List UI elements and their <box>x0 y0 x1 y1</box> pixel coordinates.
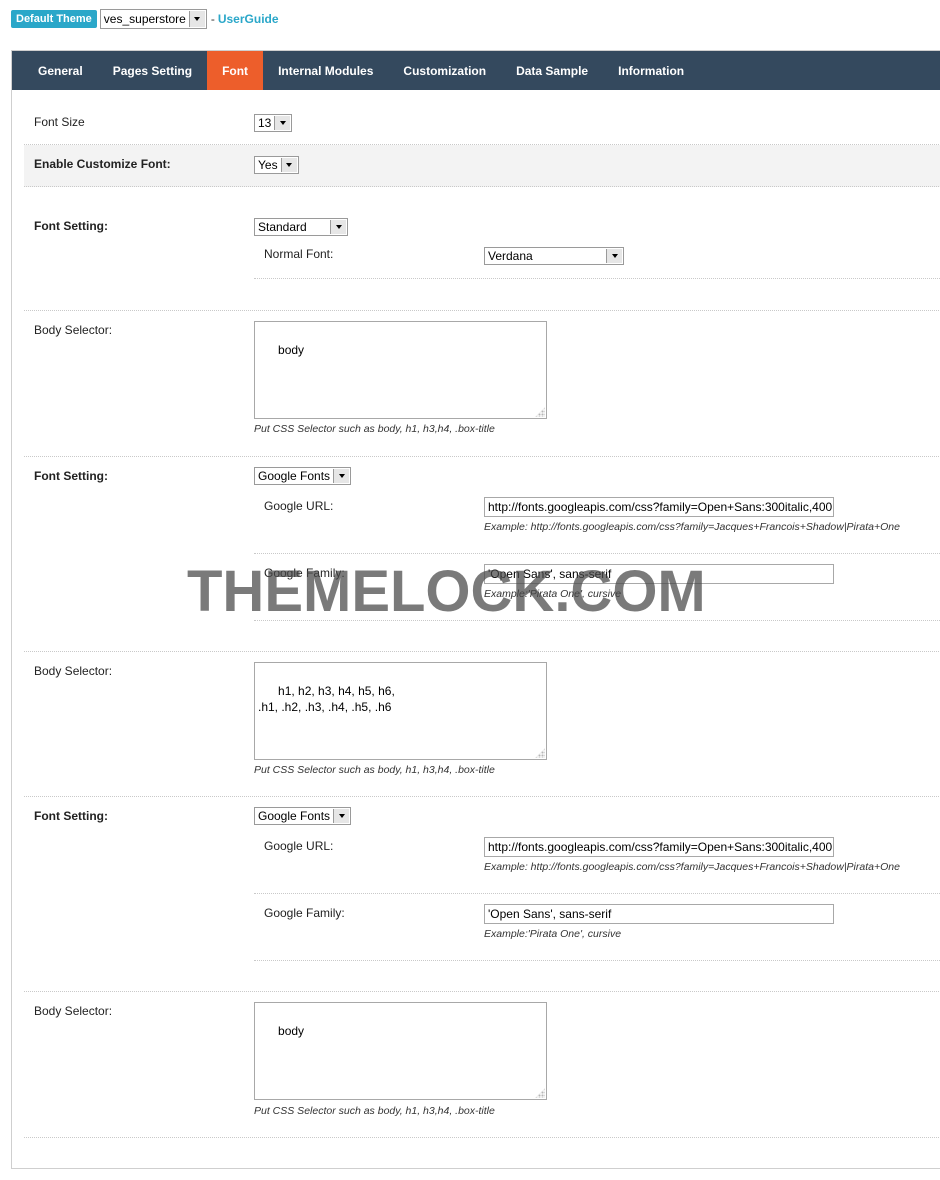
resize-grip-icon[interactable] <box>535 407 545 417</box>
font-setting-row-3: Font Setting: Google Fonts Google URL: h… <box>24 797 940 992</box>
font-size-label: Font Size <box>34 115 85 129</box>
theme-badge: Default Theme <box>11 10 97 28</box>
body-selector-textarea[interactable]: h1, h2, h3, h4, h5, h6, .h1, .h2, .h3, .… <box>254 662 547 760</box>
body-selector-textarea[interactable]: body <box>254 321 547 419</box>
font-type-select[interactable]: Google Fonts <box>254 807 352 825</box>
google-family-input[interactable]: 'Open Sans', sans-serif <box>484 904 834 924</box>
tab-bar: General Pages Setting Font Internal Modu… <box>12 51 940 90</box>
font-setting-label: Font Setting: <box>34 469 108 483</box>
normal-font-subrow: Normal Font: Verdana <box>254 239 940 279</box>
body-selector-hint: Put CSS Selector such as body, h1, h3,h4… <box>254 423 495 435</box>
google-url-input[interactable]: http://fonts.googleapis.com/css?family=O… <box>484 837 834 857</box>
tab-font[interactable]: Font <box>207 51 264 90</box>
resize-grip-icon[interactable] <box>535 1088 545 1098</box>
google-url-label: Google URL: <box>264 499 334 513</box>
body-selector-value: body <box>278 1024 305 1038</box>
tab-pages-setting[interactable]: Pages Setting <box>98 51 207 90</box>
chevron-down-icon[interactable] <box>333 469 350 483</box>
body-selector-value: h1, h2, h3, h4, h5, h6, .h1, .h2, .h3, .… <box>258 684 395 714</box>
chevron-down-icon[interactable] <box>188 11 205 27</box>
chevron-down-icon[interactable] <box>280 158 297 172</box>
font-type-value: Google Fonts <box>258 809 331 823</box>
font-type-select[interactable]: Google Fonts <box>254 467 352 485</box>
customize-font-label: Enable Customize Font: <box>34 157 171 171</box>
resize-grip-icon[interactable] <box>535 748 545 758</box>
google-url-subrow: Google URL: http://fonts.googleapis.com/… <box>254 829 940 894</box>
font-type-value: Standard <box>258 220 307 234</box>
chevron-down-icon[interactable] <box>274 116 291 130</box>
body-selector-label: Body Selector: <box>34 664 113 678</box>
body-selector-hint: Put CSS Selector such as body, h1, h3,h4… <box>254 1105 495 1117</box>
normal-font-label: Normal Font: <box>264 247 334 261</box>
body-selector-label: Body Selector: <box>34 1004 113 1018</box>
google-url-input[interactable]: http://fonts.googleapis.com/css?family=O… <box>484 497 834 517</box>
user-guide-link[interactable]: UserGuide <box>218 12 279 26</box>
tab-information[interactable]: Information <box>603 51 699 90</box>
google-family-hint: Example:'Pirata One', cursive <box>484 928 622 940</box>
font-setting-label: Font Setting: <box>34 809 108 823</box>
body-selector-hint: Put CSS Selector such as body, h1, h3,h4… <box>254 764 495 776</box>
font-type-value: Google Fonts <box>258 469 331 483</box>
google-family-subrow: Google Family: 'Open Sans', sans-serif E… <box>254 894 940 961</box>
body-selector-label: Body Selector: <box>34 323 113 337</box>
body-selector-row-2: Body Selector: h1, h2, h3, h4, h5, h6, .… <box>24 652 940 797</box>
tab-customization[interactable]: Customization <box>388 51 501 90</box>
body-selector-row-3: Body Selector: body Put CSS Selector suc… <box>24 992 940 1138</box>
body-selector-row-1: Body Selector: body Put CSS Selector suc… <box>24 311 940 457</box>
chevron-down-icon[interactable] <box>606 249 622 263</box>
google-family-label: Google Family: <box>264 906 345 920</box>
tab-data-sample[interactable]: Data Sample <box>501 51 603 90</box>
google-url-subrow: Google URL: http://fonts.googleapis.com/… <box>254 489 940 554</box>
google-url-label: Google URL: <box>264 839 334 853</box>
customize-font-select[interactable]: Yes <box>254 156 299 174</box>
body-selector-textarea[interactable]: body <box>254 1002 547 1100</box>
normal-font-select[interactable]: Verdana <box>484 247 624 265</box>
customize-font-row: Enable Customize Font: Yes <box>24 145 940 187</box>
body-selector-value: body <box>278 343 305 357</box>
theme-bar: Default Theme ves_superstore - UserGuide <box>11 9 279 29</box>
customize-font-value: Yes <box>258 158 278 172</box>
font-size-row: Font Size 13 <box>24 104 940 145</box>
chevron-down-icon[interactable] <box>333 809 350 823</box>
google-url-hint: Example: http://fonts.googleapis.com/css… <box>484 521 900 533</box>
theme-select[interactable]: ves_superstore <box>99 9 207 29</box>
watermark: THEMELOCK.COM <box>187 559 706 624</box>
font-setting-row-1: Font Setting: Standard Normal Font: Verd… <box>24 187 940 311</box>
chevron-down-icon[interactable] <box>330 220 346 234</box>
tab-general[interactable]: General <box>23 51 98 90</box>
font-type-select[interactable]: Standard <box>254 218 348 236</box>
theme-select-value: ves_superstore <box>103 12 186 26</box>
font-size-select[interactable]: 13 <box>254 114 293 132</box>
separator: - <box>210 12 215 26</box>
normal-font-value: Verdana <box>488 249 533 263</box>
tab-internal-modules[interactable]: Internal Modules <box>263 51 388 90</box>
font-setting-label: Font Setting: <box>34 219 108 233</box>
font-size-value: 13 <box>258 116 272 130</box>
google-url-hint: Example: http://fonts.googleapis.com/css… <box>484 861 900 873</box>
